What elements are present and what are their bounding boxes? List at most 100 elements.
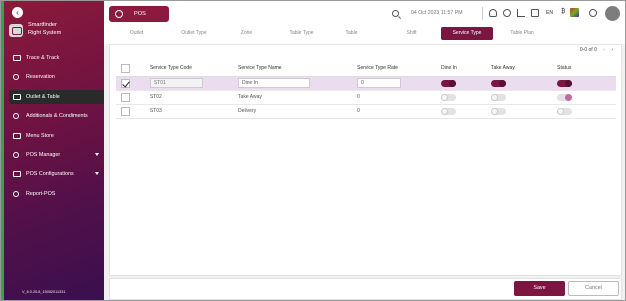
status-toggle-cell <box>557 104 616 119</box>
row-select-cell <box>116 104 150 119</box>
table-row[interactable]: ST03 Delivery 0 <box>116 104 616 119</box>
sidebar-item-trace-track[interactable]: Trace & Track <box>9 51 104 65</box>
currency-icon[interactable]: ₿ <box>561 9 565 15</box>
select-all-header[interactable] <box>116 61 150 77</box>
sidebar-item-pos-manager[interactable]: POS Manager <box>9 148 104 162</box>
toggle-knob <box>557 107 565 115</box>
tab-service-type[interactable]: Service Type <box>441 27 493 40</box>
reservation-icon <box>13 74 19 81</box>
sidebar-item-label: Menu Store <box>26 132 54 139</box>
outlet-table-icon <box>13 93 21 100</box>
chevron-down-icon[interactable] <box>95 152 99 156</box>
column-header: Service Type Name <box>238 61 358 77</box>
avatar[interactable] <box>605 6 620 21</box>
column-header: Dine In <box>440 61 491 77</box>
clock-icon[interactable] <box>503 9 511 17</box>
toggle-knob <box>565 93 573 101</box>
service-type-name-cell: Dine In <box>238 76 358 91</box>
tab-table-plan[interactable]: Table Plan <box>498 27 546 40</box>
tab-table[interactable]: Table <box>334 27 369 40</box>
sidebar-item-report-pos[interactable]: Report-POS <box>9 187 104 201</box>
toggle-knob <box>440 107 448 115</box>
sidebar-item-additionals-condiments[interactable]: Additionals & Condiments <box>9 109 104 123</box>
sidebar-item-label: Report-POS <box>26 190 56 197</box>
row-checkbox[interactable] <box>121 78 130 88</box>
table-row[interactable]: ST01 Dine In 0 <box>116 76 616 91</box>
take-away-toggle[interactable] <box>490 93 506 101</box>
select-all-checkbox[interactable] <box>121 63 130 73</box>
cancel-button[interactable]: Cancel <box>568 281 619 296</box>
service-type-name: Delivery <box>238 108 257 114</box>
service-type-rate: 0 <box>357 108 360 114</box>
service-type-code-cell: ST01 <box>149 76 239 91</box>
analytics-icon[interactable] <box>517 9 525 17</box>
save-button[interactable]: Save <box>514 281 565 296</box>
document-icon[interactable] <box>531 9 539 17</box>
menu-store-icon <box>13 132 21 139</box>
footer-bar: Save Cancel <box>109 278 622 300</box>
take-away-toggle[interactable] <box>490 107 506 115</box>
pos-config-icon <box>13 171 21 178</box>
prev-page-icon[interactable]: ‹ <box>603 47 605 53</box>
sidebar: ‹ Smartfinder Right System Trace & Track… <box>1 1 104 300</box>
service-type-rate-cell: 0 <box>357 76 441 91</box>
service-type-code-input[interactable]: ST01 <box>149 78 203 88</box>
dine-in-toggle-cell <box>440 104 491 119</box>
dine-in-toggle-cell <box>440 90 491 105</box>
sidebar-nav: Trace & Track Reservation Outlet & Table Ad… <box>9 51 104 206</box>
dine-in-toggle[interactable] <box>440 93 456 101</box>
dine-in-toggle[interactable] <box>440 79 456 87</box>
module-button[interactable]: POS <box>109 6 169 22</box>
table-row[interactable]: ST02 Take Away 0 <box>116 90 616 105</box>
tab-outlet[interactable]: Outlet <box>114 27 159 40</box>
bell-icon[interactable] <box>489 9 497 17</box>
column-header: Service Type Code <box>149 61 239 77</box>
collapse-sidebar-icon[interactable]: ‹ <box>12 7 23 18</box>
row-checkbox[interactable] <box>121 92 130 102</box>
toggle-knob <box>565 79 573 87</box>
service-type-table: Service Type Code Service Type Name Servic… <box>116 61 616 119</box>
row-checkbox[interactable] <box>121 106 130 116</box>
version-label: V_6.0.20.8_15052011331 <box>22 290 66 294</box>
dine-in-toggle[interactable] <box>440 107 456 115</box>
sidebar-item-reservation[interactable]: Reservation <box>9 70 104 84</box>
sidebar-item-menu-store[interactable]: Menu Store <box>9 129 104 143</box>
divider <box>482 7 483 20</box>
brand-logo <box>9 24 23 37</box>
status-toggle[interactable] <box>557 107 573 115</box>
service-type-code-cell: ST02 <box>149 90 239 105</box>
service-type-code-cell: ST03 <box>149 104 239 119</box>
tab-outlet-type[interactable]: Outlet Type <box>169 27 219 40</box>
row-select-cell <box>116 76 150 91</box>
additionals-icon <box>13 113 19 120</box>
take-away-toggle[interactable] <box>490 79 506 87</box>
chevron-down-icon[interactable] <box>95 172 99 176</box>
sidebar-item-label: Trace & Track <box>26 55 60 61</box>
tab-table-type[interactable]: Table Type <box>279 27 324 40</box>
tab-shift[interactable]: Shift <box>394 27 429 40</box>
toggle-knob <box>498 79 506 87</box>
toggle-knob <box>448 79 456 87</box>
tab-zone[interactable]: Zone <box>229 27 264 40</box>
app-frame: ‹ Smartfinder Right System Trace & Track… <box>0 0 626 301</box>
take-away-toggle-cell <box>490 104 558 119</box>
toggle-knob <box>440 93 448 101</box>
take-away-toggle-cell <box>490 76 558 91</box>
dine-in-toggle-cell <box>440 76 491 91</box>
gear-icon[interactable] <box>589 9 597 17</box>
sidebar-item-pos-configurations[interactable]: POS Configurations <box>9 167 104 181</box>
service-type-rate-input[interactable]: 0 <box>357 78 402 88</box>
status-toggle[interactable] <box>557 93 573 101</box>
language-selector[interactable]: EN <box>546 10 553 16</box>
brand-name: Smartfinder <box>28 22 57 28</box>
status-toggle[interactable] <box>557 79 573 87</box>
search-icon[interactable] <box>392 10 399 17</box>
column-header: Take Away <box>490 61 558 77</box>
pagination-count: 0-0 of 0 <box>579 47 597 53</box>
table-body: ST01 Dine In 0 ST02 Take Away 0 ST03 Delivery 0 <box>116 76 616 119</box>
take-away-toggle-cell <box>490 90 558 105</box>
flag-icon[interactable] <box>570 8 579 17</box>
sidebar-item-outlet-table[interactable]: Outlet & Table <box>9 89 104 104</box>
next-page-icon[interactable]: › <box>611 47 613 53</box>
service-type-name-input[interactable]: Dine In <box>238 78 311 88</box>
